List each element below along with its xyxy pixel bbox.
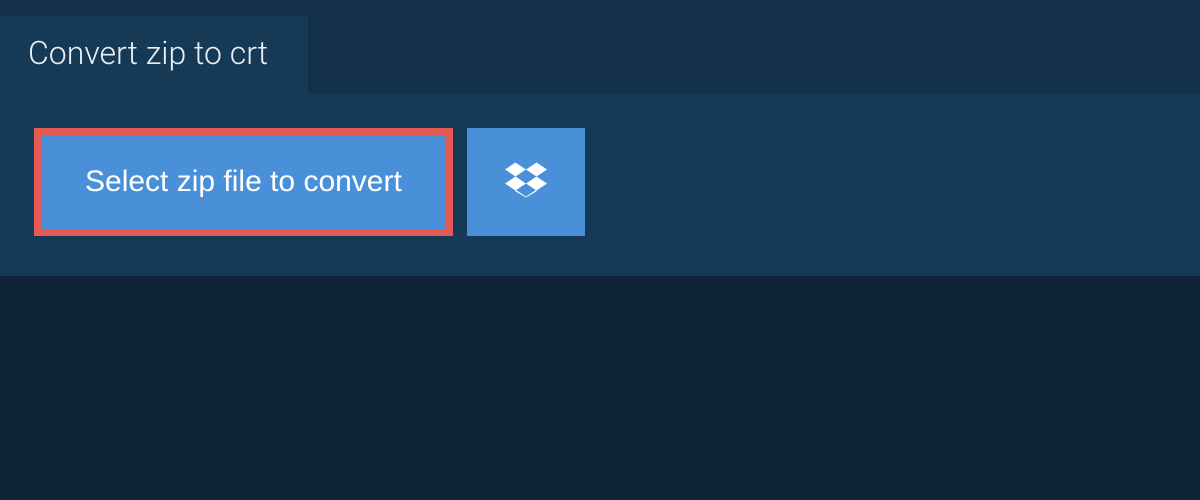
tab-bar: Convert zip to crt — [0, 0, 1200, 94]
tab-convert[interactable]: Convert zip to crt — [0, 16, 308, 94]
main-panel: Select zip file to convert — [0, 94, 1200, 276]
select-file-label: Select zip file to convert — [85, 165, 402, 198]
dropbox-icon — [505, 159, 547, 205]
select-file-wrap: Select zip file to convert — [34, 128, 453, 236]
upload-button-row: Select zip file to convert — [34, 128, 1166, 236]
select-file-button[interactable]: Select zip file to convert — [41, 135, 446, 229]
dropbox-button[interactable] — [467, 128, 585, 236]
tab-label: Convert zip to crt — [28, 34, 268, 72]
